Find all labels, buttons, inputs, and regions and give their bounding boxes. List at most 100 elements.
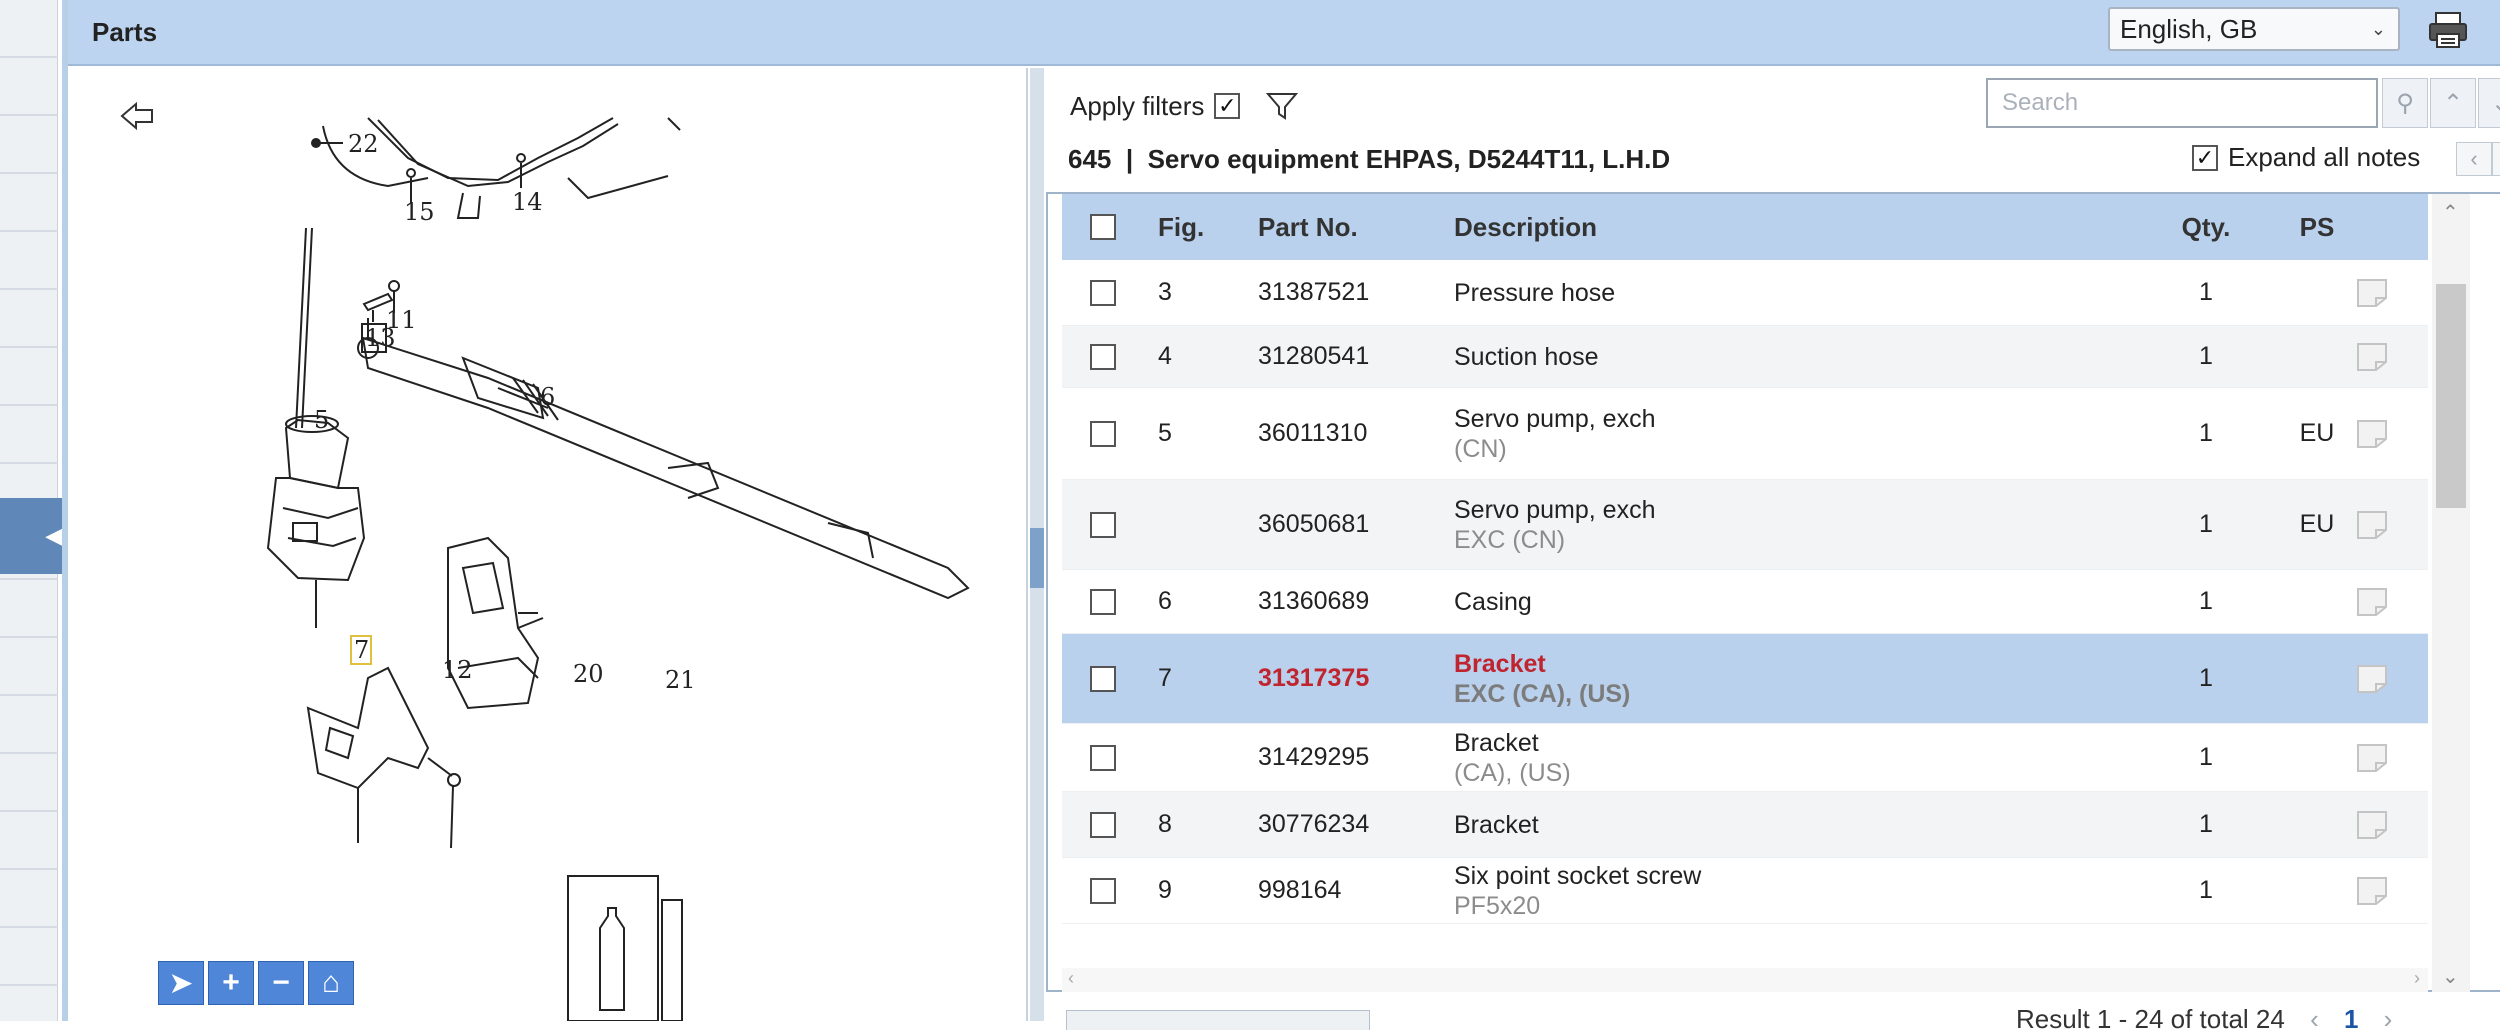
filter-icon[interactable] xyxy=(1264,88,1300,124)
callout-20[interactable]: 20 xyxy=(573,660,604,688)
search-input[interactable]: Search xyxy=(1986,78,2378,128)
note-icon[interactable] xyxy=(2354,417,2390,451)
vertical-scrollbar[interactable]: ⌃ ⌄ xyxy=(2432,194,2470,992)
back-arrow-icon[interactable] xyxy=(118,98,158,134)
row-checkbox[interactable] xyxy=(1090,877,1116,904)
note-icon[interactable] xyxy=(2354,741,2390,775)
chevron-up-icon[interactable]: ⌃ xyxy=(2442,200,2459,225)
callout-12[interactable]: 12 xyxy=(442,656,473,684)
chevron-left-icon[interactable]: ‹ xyxy=(2310,1004,2319,1034)
callout-5[interactable]: 5 xyxy=(314,406,329,434)
note-icon[interactable] xyxy=(2354,508,2390,542)
chevron-left-icon[interactable]: ‹ xyxy=(2456,142,2492,176)
row-desc-main: Suction hose xyxy=(1454,342,1599,371)
callout-6[interactable]: 6 xyxy=(540,383,555,411)
row-part-no[interactable]: 31280541 xyxy=(1258,342,1369,371)
chevron-left-icon[interactable]: ‹ xyxy=(1068,968,1074,989)
footer-button[interactable] xyxy=(1066,1010,1370,1030)
collapse-panel-handle[interactable]: ◀ xyxy=(0,498,68,574)
chevron-right-icon[interactable]: › xyxy=(2492,142,2500,176)
row-part-no[interactable]: 36011310 xyxy=(1258,419,1367,448)
callout-15[interactable]: 15 xyxy=(404,198,435,226)
col-ps[interactable]: PS xyxy=(2282,212,2352,243)
col-qty[interactable]: Qty. xyxy=(2170,212,2242,243)
row-part-no[interactable]: 30776234 xyxy=(1258,810,1369,839)
row-desc-main: Six point socket screw xyxy=(1454,861,1702,890)
zoom-out-icon[interactable]: − xyxy=(258,961,304,1005)
callout-7[interactable]: 7 xyxy=(354,636,369,664)
row-part-no[interactable]: 31360689 xyxy=(1258,587,1369,616)
expand-notes-checkbox[interactable]: ✓ xyxy=(2192,144,2218,171)
chevron-right-icon[interactable]: › xyxy=(2384,1004,2393,1034)
row-qty: 1 xyxy=(2199,278,2213,306)
zoom-in-icon[interactable]: + xyxy=(208,961,254,1005)
row-part-no[interactable]: 31317375 xyxy=(1258,664,1369,693)
row-description: Bracket (CA), (US) xyxy=(1454,728,1571,788)
row-part-no[interactable]: 31387521 xyxy=(1258,278,1369,307)
group-number: 645 xyxy=(1068,144,1112,174)
callout-14[interactable]: 14 xyxy=(512,188,543,216)
row-checkbox[interactable] xyxy=(1090,665,1116,692)
row-checkbox[interactable] xyxy=(1090,343,1116,370)
chevron-down-icon[interactable]: ⌄ xyxy=(2478,78,2500,128)
note-icon[interactable] xyxy=(2354,585,2390,619)
row-checkbox[interactable] xyxy=(1090,588,1116,615)
table-row[interactable]: 6 31360689 Casing 1 xyxy=(1062,570,2428,634)
apply-filters-checkbox[interactable]: ✓ xyxy=(1214,93,1241,119)
chevron-right-icon[interactable]: › xyxy=(2414,968,2420,989)
note-icon[interactable] xyxy=(2354,662,2390,696)
row-fig: 8 xyxy=(1158,810,1172,838)
result-text: Result 1 - 24 of total 24 xyxy=(2016,1004,2285,1034)
row-fig: 4 xyxy=(1158,342,1172,370)
note-icon[interactable] xyxy=(2354,808,2390,842)
home-icon[interactable]: ⌂ xyxy=(308,961,354,1005)
select-tool-icon[interactable]: ➤ xyxy=(158,961,204,1005)
row-checkbox[interactable] xyxy=(1090,420,1116,447)
apply-filters-label: Apply filters xyxy=(1070,90,1205,121)
row-part-no[interactable]: 998164 xyxy=(1258,876,1341,905)
row-checkbox[interactable] xyxy=(1090,279,1116,306)
table-row[interactable]: 7 31317375 Bracket EXC (CA), (US) 1 xyxy=(1062,634,2428,724)
table-row[interactable]: 8 30776234 Bracket 1 xyxy=(1062,792,2428,858)
row-part-no[interactable]: 36050681 xyxy=(1258,510,1369,539)
table-row[interactable]: 4 31280541 Suction hose 1 xyxy=(1062,326,2428,388)
group-title: 645 | Servo equipment EHPAS, D5244T11, L… xyxy=(1068,144,1670,175)
chevron-down-icon: ⌄ xyxy=(2370,19,2386,39)
row-fig: 5 xyxy=(1158,419,1172,447)
note-icon[interactable] xyxy=(2354,874,2390,908)
table-row[interactable]: 3 31387521 Pressure hose 1 xyxy=(1062,260,2428,326)
row-checkbox[interactable] xyxy=(1090,511,1116,538)
page-number[interactable]: 1 xyxy=(2344,1004,2358,1034)
exploded-diagram[interactable]: 22 15 14 11 13 5 6 7 12 20 21 xyxy=(68,68,1028,1021)
search-icon[interactable]: ⚲ xyxy=(2382,78,2428,128)
splitter-handle[interactable] xyxy=(1030,528,1044,588)
pane-splitter[interactable] xyxy=(1030,68,1044,1021)
table-row[interactable]: 36050681 Servo pump, exch EXC (CN) 1 EU xyxy=(1062,480,2428,570)
select-all-checkbox[interactable] xyxy=(1090,214,1116,240)
chevron-up-icon[interactable]: ⌃ xyxy=(2430,78,2476,128)
table-row[interactable]: 9 998164 Six point socket screw PF5x20 1 xyxy=(1062,858,2428,924)
row-fig: 9 xyxy=(1158,876,1172,904)
row-description: Suction hose xyxy=(1454,342,1599,372)
chevron-down-icon[interactable]: ⌄ xyxy=(2442,964,2459,989)
horizontal-scrollbar[interactable]: ‹ › xyxy=(1062,968,2428,992)
col-description[interactable]: Description xyxy=(1454,212,1597,242)
callout-13[interactable]: 13 xyxy=(365,324,396,352)
row-checkbox[interactable] xyxy=(1090,811,1116,838)
row-checkbox[interactable] xyxy=(1090,744,1116,771)
print-icon[interactable] xyxy=(2426,10,2470,50)
note-icon[interactable] xyxy=(2354,276,2390,310)
col-part-no[interactable]: Part No. xyxy=(1258,212,1358,243)
col-fig[interactable]: Fig. xyxy=(1158,212,1204,243)
language-select[interactable]: English, GB ⌄ xyxy=(2108,7,2400,51)
callout-21-edge[interactable]: 21 xyxy=(665,666,696,694)
row-description: Bracket xyxy=(1454,810,1539,840)
callout-22[interactable]: 22 xyxy=(348,130,379,158)
table-row[interactable]: 31429295 Bracket (CA), (US) 1 xyxy=(1062,724,2428,792)
table-row[interactable]: 5 36011310 Servo pump, exch (CN) 1 EU xyxy=(1062,388,2428,480)
scroll-thumb[interactable] xyxy=(2436,284,2466,508)
row-part-no[interactable]: 31429295 xyxy=(1258,743,1369,772)
row-qty: 1 xyxy=(2199,664,2213,692)
note-icon[interactable] xyxy=(2354,340,2390,374)
language-value: English, GB xyxy=(2120,13,2258,44)
